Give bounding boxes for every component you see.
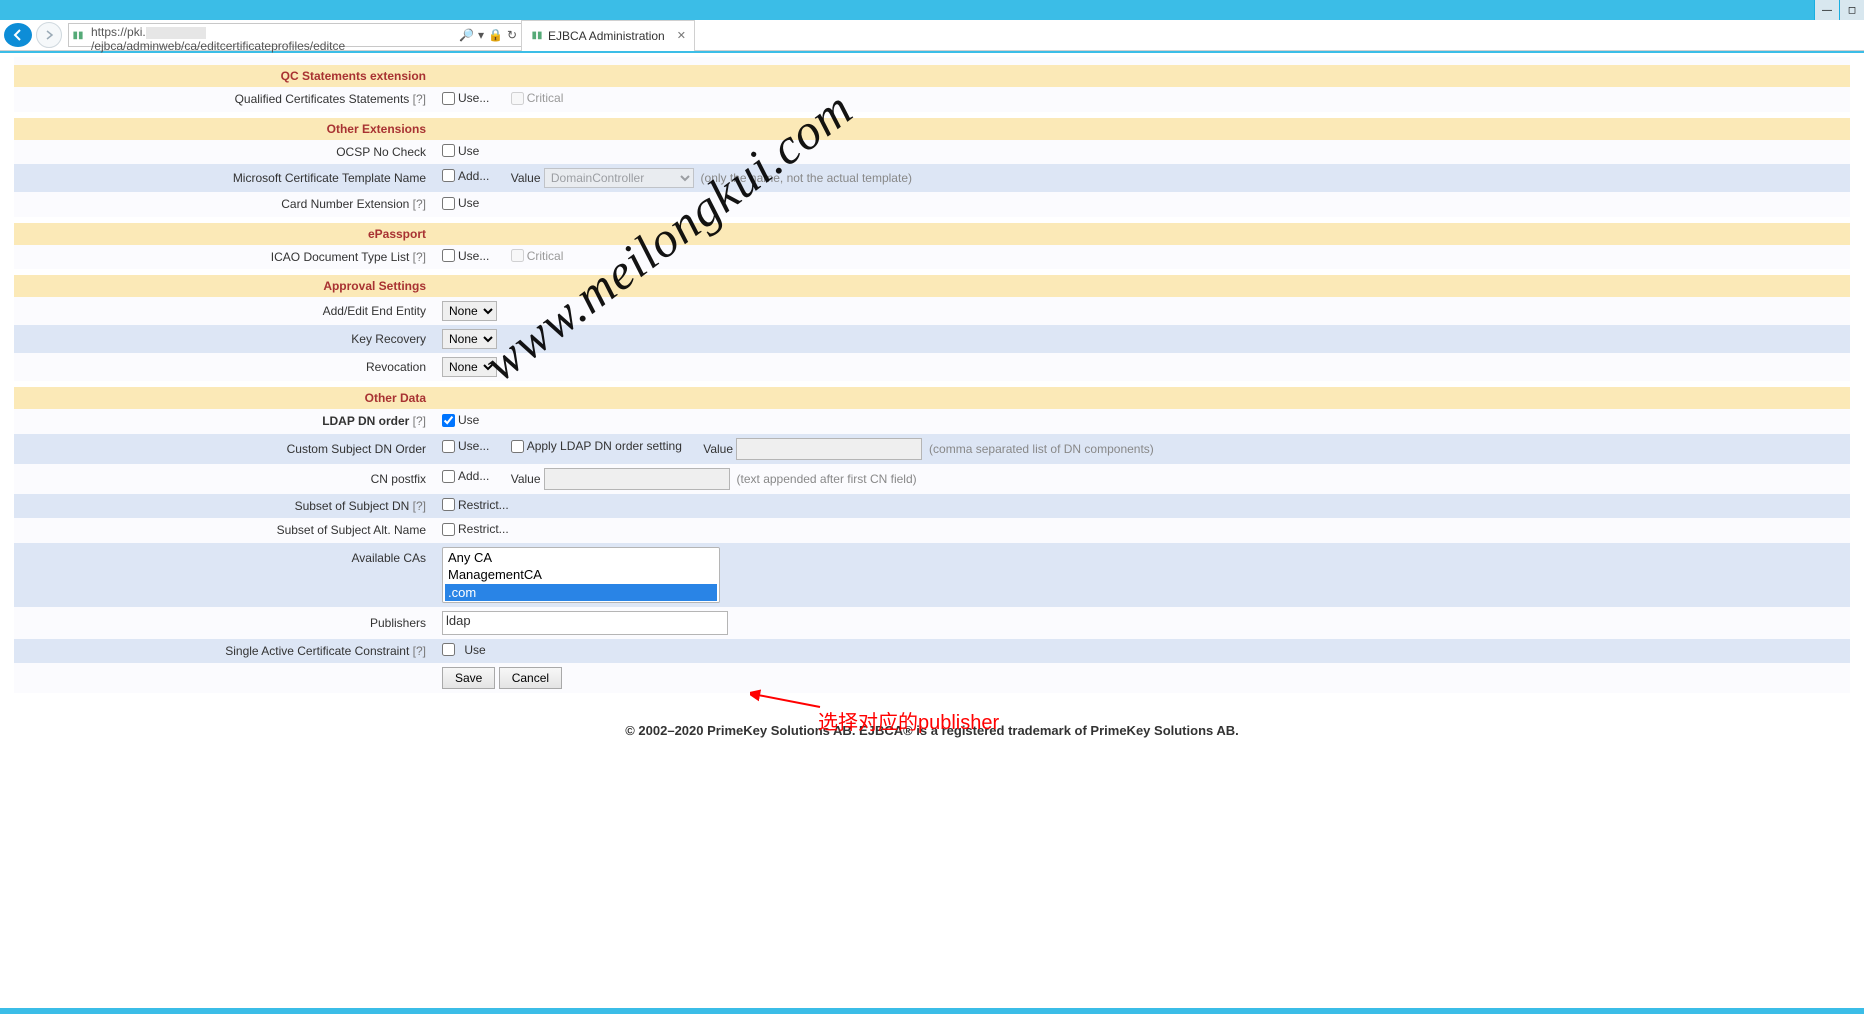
config-table: QC Statements extension Qualified Certif… <box>14 57 1850 693</box>
browser-tab[interactable]: ▮▮ EJBCA Administration ✕ <box>521 20 695 51</box>
csdo-use-checkbox[interactable]: Use... <box>442 439 489 453</box>
label-icao: ICAO Document Type List <box>271 250 410 264</box>
refresh-icon[interactable]: ↻ <box>507 28 517 42</box>
label-ocsp: OCSP No Check <box>14 140 434 165</box>
mstpl-value-label: Value <box>511 171 541 185</box>
label-subdn: Subset of Subject DN <box>295 499 410 513</box>
site-favicon: ▮▮ <box>69 30 87 41</box>
tab-title: EJBCA Administration <box>548 29 665 43</box>
minimize-button[interactable]: — <box>1814 0 1839 20</box>
csdo-value-input[interactable] <box>736 438 922 460</box>
help-icon[interactable]: [?] <box>413 644 426 658</box>
label-keyrec: Key Recovery <box>14 325 434 353</box>
url-prefix: https://pki. <box>91 25 146 39</box>
label-availcas: Available CAs <box>14 543 434 607</box>
icao-critical-checkbox: Critical <box>511 249 564 263</box>
label-cnpost: CN postfix <box>14 464 434 494</box>
sacc-use-checkbox[interactable]: Use <box>442 643 486 657</box>
subalt-restrict-checkbox[interactable]: Restrict... <box>442 522 509 536</box>
mstpl-value-select[interactable]: DomainController <box>544 168 694 188</box>
arrow-right-icon <box>44 30 54 40</box>
page-content: QC Statements extension Qualified Certif… <box>14 57 1850 738</box>
window-titlebar: — ◻ <box>0 0 1864 20</box>
help-icon[interactable]: [?] <box>413 499 426 513</box>
available-cas-select[interactable]: Any CA ManagementCA .com <box>442 547 720 603</box>
cardnum-use-checkbox[interactable]: Use <box>442 196 479 210</box>
section-other-data: Other Data <box>14 387 434 409</box>
csdo-value-label: Value <box>703 442 733 456</box>
decorative-strip <box>0 1008 1864 1014</box>
help-icon[interactable]: [?] <box>413 197 426 211</box>
cnpost-add-checkbox[interactable]: Add... <box>442 469 489 483</box>
label-publishers: Publishers <box>14 607 434 639</box>
mstpl-hint: (only the name, not the actual template) <box>701 171 912 185</box>
tab-favicon: ▮▮ <box>530 30 544 41</box>
revoc-select[interactable]: None <box>442 357 497 377</box>
keyrec-select[interactable]: None <box>442 329 497 349</box>
section-approval: Approval Settings <box>14 275 434 297</box>
subdn-restrict-checkbox[interactable]: Restrict... <box>442 498 509 512</box>
qcs-critical-checkbox: Critical <box>511 91 564 105</box>
address-bar-icons: 🔎 ▾ 🔒 ↻ <box>455 28 521 42</box>
section-other-ext: Other Extensions <box>14 118 434 140</box>
icao-use-checkbox[interactable]: Use... <box>442 249 489 263</box>
address-bar[interactable]: ▮▮ https://pki./ejbca/adminweb/ca/editce… <box>68 23 522 47</box>
cnpost-value-input[interactable] <box>544 468 730 490</box>
csdo-apply-checkbox[interactable]: Apply LDAP DN order setting <box>511 439 682 453</box>
label-ldapdn: LDAP DN order <box>322 414 409 428</box>
label-cardnum: Card Number Extension <box>281 197 409 211</box>
ocsp-use-checkbox[interactable]: Use <box>442 144 479 158</box>
addedit-select[interactable]: None <box>442 301 497 321</box>
maximize-button[interactable]: ◻ <box>1839 0 1864 20</box>
page-footer: © 2002–2020 PrimeKey Solutions AB. EJBCA… <box>14 723 1850 738</box>
back-button[interactable] <box>4 23 32 47</box>
label-subalt: Subset of Subject Alt. Name <box>14 518 434 543</box>
url-field[interactable]: https://pki./ejbca/adminweb/ca/editcerti… <box>87 25 455 45</box>
save-button[interactable]: Save <box>442 667 495 689</box>
dropdown-icon[interactable]: ▾ <box>478 28 484 42</box>
publishers-select[interactable]: ldap <box>442 611 728 635</box>
browser-navbar: ▮▮ https://pki./ejbca/adminweb/ca/editce… <box>0 20 1864 51</box>
label-addedit: Add/Edit End Entity <box>14 297 434 325</box>
ldapdn-use-checkbox[interactable]: Use <box>442 413 479 427</box>
url-redacted <box>146 27 206 39</box>
qcs-use-checkbox[interactable]: Use... <box>442 91 489 105</box>
cnpost-value-label: Value <box>511 472 541 486</box>
url-suffix: /ejbca/adminweb/ca/editcertificateprofil… <box>91 39 345 53</box>
csdo-hint: (comma separated list of DN components) <box>929 442 1154 456</box>
label-csdo: Custom Subject DN Order <box>14 434 434 464</box>
search-icon[interactable]: 🔎 <box>459 28 474 42</box>
label-sacc: Single Active Certificate Constraint <box>225 644 409 658</box>
help-icon[interactable]: [?] <box>413 414 426 428</box>
lock-icon: 🔒 <box>488 28 503 42</box>
cnpost-hint: (text appended after first CN field) <box>737 472 917 486</box>
label-qcs: Qualified Certificates Statements <box>235 92 410 106</box>
section-qc: QC Statements extension <box>14 65 434 87</box>
label-revoc: Revocation <box>14 353 434 381</box>
help-icon[interactable]: [?] <box>413 250 426 264</box>
mstpl-add-checkbox[interactable]: Add... <box>442 169 489 183</box>
arrow-left-icon <box>11 28 25 42</box>
label-mstpl: Microsoft Certificate Template Name <box>14 164 434 192</box>
cancel-button[interactable]: Cancel <box>499 667 562 689</box>
section-epassport: ePassport <box>14 223 434 245</box>
close-icon[interactable]: ✕ <box>677 29 686 42</box>
help-icon[interactable]: [?] <box>413 92 426 106</box>
forward-button[interactable] <box>36 22 62 48</box>
